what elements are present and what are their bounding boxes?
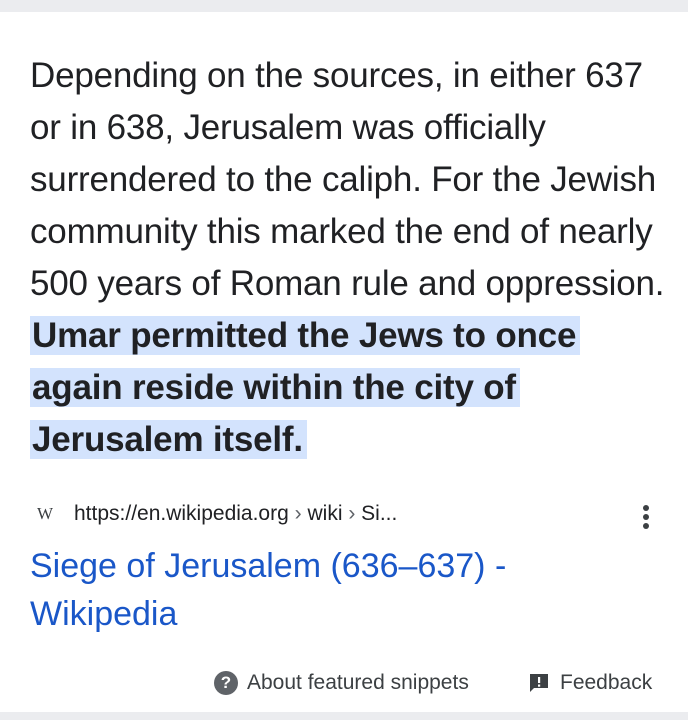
more-dot xyxy=(643,514,649,520)
wikipedia-favicon-icon: W xyxy=(36,504,54,523)
snippet-body: Depending on the sources, in either 637 … xyxy=(30,56,665,303)
url-base: https://en.wikipedia.org xyxy=(74,502,289,525)
url-separator: › xyxy=(294,502,302,525)
snippet-text: Depending on the sources, in either 637 … xyxy=(30,50,670,466)
about-featured-snippets-label: About featured snippets xyxy=(247,671,469,694)
help-icon: ? xyxy=(214,671,238,695)
url-separator: › xyxy=(348,502,356,525)
feedback-icon xyxy=(530,674,548,692)
more-vertical-icon[interactable] xyxy=(634,498,658,536)
more-dot xyxy=(643,505,649,511)
source-row[interactable]: W https://en.wikipedia.org › wiki › Si..… xyxy=(30,494,670,538)
feedback-button[interactable]: Feedback xyxy=(527,668,652,698)
result-title-link[interactable]: Siege of Jerusalem (636–637) - Wikipedia xyxy=(30,542,590,638)
url-crumb-wiki: wiki xyxy=(307,502,343,525)
snippet-highlight: Umar permitted the Jews to once again re… xyxy=(30,316,581,459)
more-dot xyxy=(643,523,649,529)
featured-snippet-card: Depending on the sources, in either 637 … xyxy=(0,12,688,712)
url-crumb-page: Si... xyxy=(361,502,398,525)
feedback-label: Feedback xyxy=(560,671,653,694)
source-url[interactable]: https://en.wikipedia.org › wiki › Si... xyxy=(74,502,397,526)
about-featured-snippets-link[interactable]: ? About featured snippets xyxy=(214,668,469,698)
